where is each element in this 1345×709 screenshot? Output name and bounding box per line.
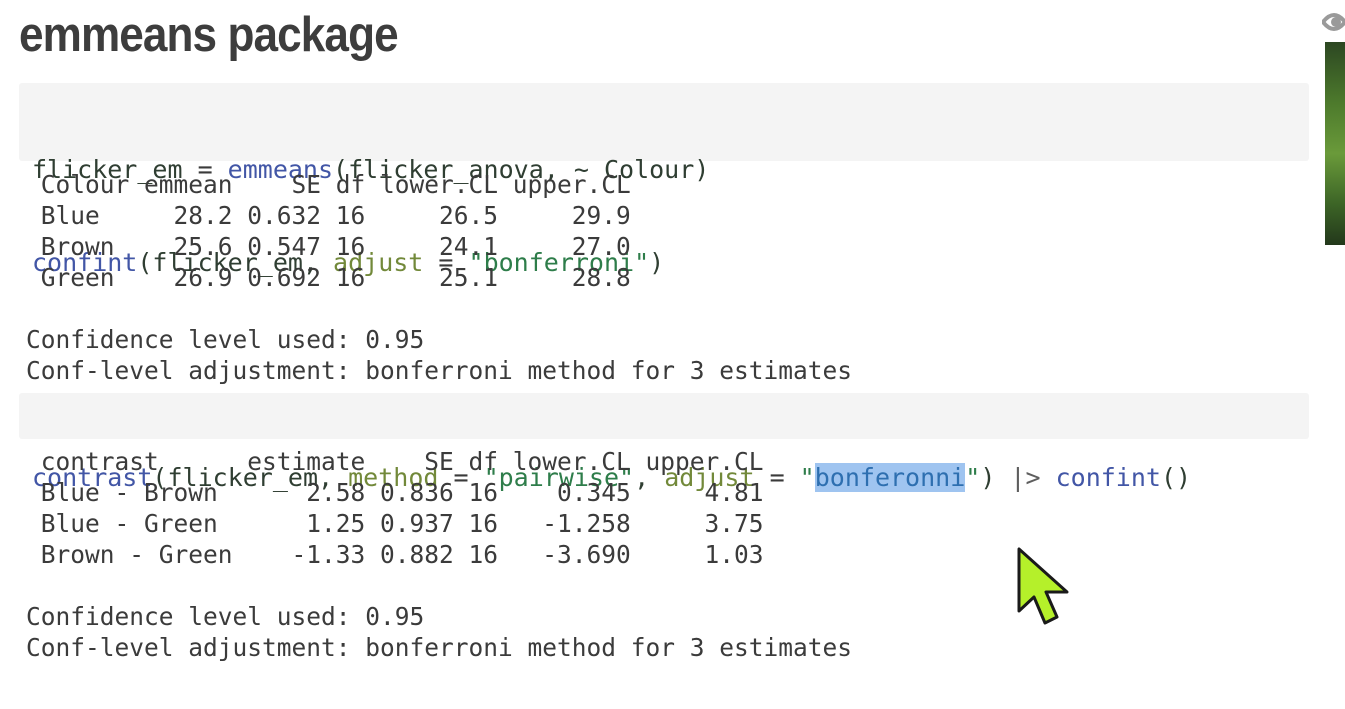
mouse-cursor-icon: [1017, 547, 1069, 625]
code-function-confint: confint: [1055, 463, 1161, 492]
contrast-output-table: contrast estimate SE df lower.CL upper.C…: [40, 447, 764, 569]
slide-title: emmeans package: [19, 8, 399, 62]
code-quote-close: ": [965, 463, 981, 492]
side-photo-thumbnail: [1325, 42, 1345, 245]
code-parens: (): [1160, 463, 1192, 492]
contrast-output-notes: Confidence level used: 0.95 Conf-level a…: [26, 602, 853, 662]
selected-text-bonferonni[interactable]: bonferonni: [814, 463, 966, 492]
code-paren-close: ): [649, 248, 665, 277]
code-paren-close: ): [980, 463, 996, 492]
emmeans-output-notes: Confidence level used: 0.95 Conf-level a…: [26, 325, 853, 385]
emmeans-output-table: Colour emmean SE df lower.CL upper.CL Bl…: [40, 170, 631, 292]
code-paren-close: ): [694, 155, 710, 184]
code-chunk-contrast[interactable]: contrast(flicker_em, method = "pairwise"…: [19, 393, 1309, 492]
code-pipe-operator: |>: [995, 463, 1056, 492]
code-chunk-emmeans[interactable]: flicker_em = emmeans(flicker_anova, ~ Co…: [19, 83, 1309, 277]
eye-icon[interactable]: [1322, 4, 1345, 38]
code-quote-open: ": [799, 463, 815, 492]
